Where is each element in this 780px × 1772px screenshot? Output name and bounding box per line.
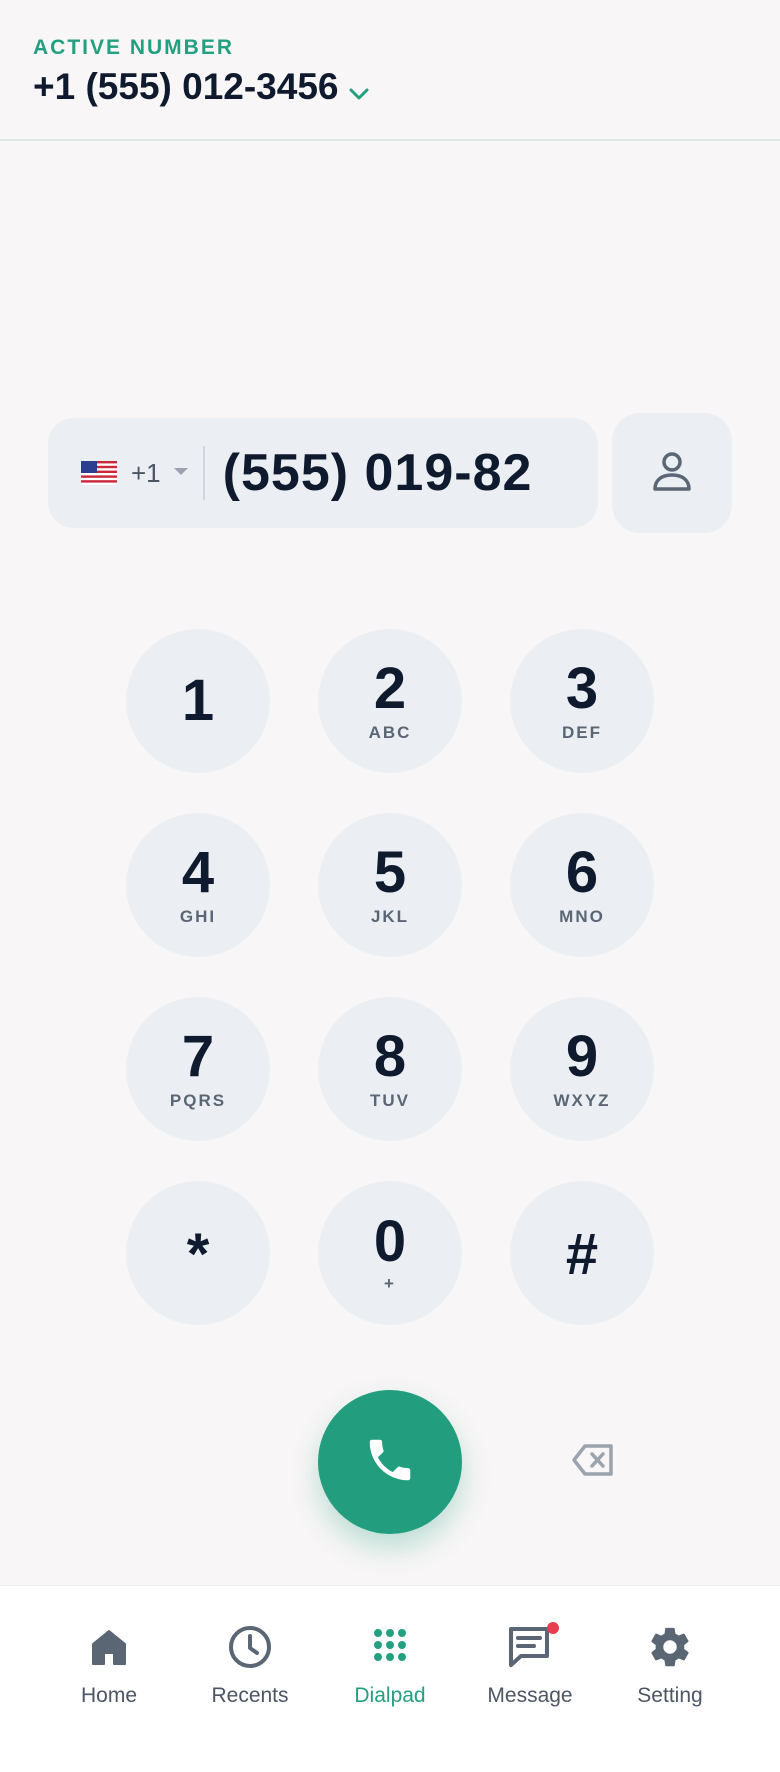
key-digit: 3: [565, 656, 599, 721]
key-digit: 8: [373, 1024, 407, 1089]
key-1[interactable]: 1: [126, 629, 270, 773]
nav-label: Recents: [211, 1684, 289, 1707]
home-icon: [89, 1622, 129, 1672]
key-8[interactable]: 8 TUV: [318, 997, 462, 1141]
key-digit: 5: [373, 840, 407, 905]
nav-label: Home: [80, 1684, 138, 1707]
key-hash[interactable]: #: [510, 1181, 654, 1325]
dialed-number: (555) 019-82: [222, 444, 533, 502]
active-number-value: +1 (555) 012-3456: [33, 66, 339, 107]
key-letters: PQRS: [169, 1091, 227, 1110]
active-number-selector[interactable]: +1 (555) 012-3456: [33, 64, 369, 110]
backspace-icon: [571, 1443, 615, 1482]
key-digit: 0: [373, 1209, 407, 1274]
key-4[interactable]: 4 GHI: [126, 813, 270, 957]
key-6[interactable]: 6 MNO: [510, 813, 654, 957]
key-digit: 7: [181, 1024, 215, 1089]
key-letters: JKL: [370, 907, 410, 926]
nav-item-recents[interactable]: Recents: [185, 1622, 315, 1708]
caret-down-icon: [173, 464, 189, 482]
key-digit: #: [565, 1222, 599, 1287]
nav-item-message[interactable]: Message: [465, 1622, 595, 1708]
key-letters: ABC: [368, 723, 412, 742]
bottom-navigation: Home Recents Dialpad Message Setting: [0, 1585, 780, 1772]
input-divider: [202, 446, 205, 500]
nav-label: Message: [487, 1684, 573, 1707]
nav-label: Dialpad: [354, 1684, 426, 1707]
key-letters: GHI: [179, 907, 217, 926]
key-digit: 4: [181, 840, 215, 905]
country-selector[interactable]: +1: [48, 418, 189, 528]
gear-icon: [647, 1622, 693, 1672]
nav-item-dialpad[interactable]: Dialpad: [325, 1622, 455, 1708]
key-2[interactable]: 2 ABC: [318, 629, 462, 773]
key-5[interactable]: 5 JKL: [318, 813, 462, 957]
key-star[interactable]: *: [126, 1181, 270, 1325]
key-7[interactable]: 7 PQRS: [126, 997, 270, 1141]
active-number-label: ACTIVE NUMBER: [33, 36, 235, 59]
nav-label: Setting: [637, 1684, 703, 1707]
us-flag-icon: [81, 461, 117, 485]
nav-item-setting[interactable]: Setting: [605, 1622, 735, 1708]
nav-item-home[interactable]: Home: [44, 1622, 174, 1708]
person-icon: [650, 449, 694, 498]
key-letters: MNO: [559, 907, 605, 926]
clock-icon: [227, 1622, 273, 1672]
message-icon: [507, 1622, 559, 1672]
key-letters: +: [384, 1274, 396, 1293]
key-letters: TUV: [370, 1091, 410, 1110]
contacts-button[interactable]: [612, 413, 732, 533]
key-digit: 1: [181, 668, 215, 733]
key-letters: WXYZ: [553, 1091, 611, 1110]
key-digit: *: [186, 1222, 210, 1287]
call-button[interactable]: [318, 1390, 462, 1534]
key-digit: 2: [373, 656, 407, 721]
backspace-button[interactable]: [568, 1438, 618, 1486]
unread-badge: [547, 1622, 559, 1634]
key-0[interactable]: 0 +: [318, 1181, 462, 1325]
country-code: +1: [131, 457, 161, 488]
key-9[interactable]: 9 WXYZ: [510, 997, 654, 1141]
key-digit: 9: [565, 1024, 599, 1089]
key-letters: DEF: [562, 723, 602, 742]
phone-icon: [363, 1433, 417, 1492]
dialpad-icon: [370, 1622, 410, 1672]
chevron-down-icon: [349, 68, 369, 110]
key-3[interactable]: 3 DEF: [510, 629, 654, 773]
key-digit: 6: [565, 840, 599, 905]
header: ACTIVE NUMBER +1 (555) 012-3456: [0, 0, 780, 141]
dial-input[interactable]: +1 (555) 019-82: [48, 418, 598, 528]
